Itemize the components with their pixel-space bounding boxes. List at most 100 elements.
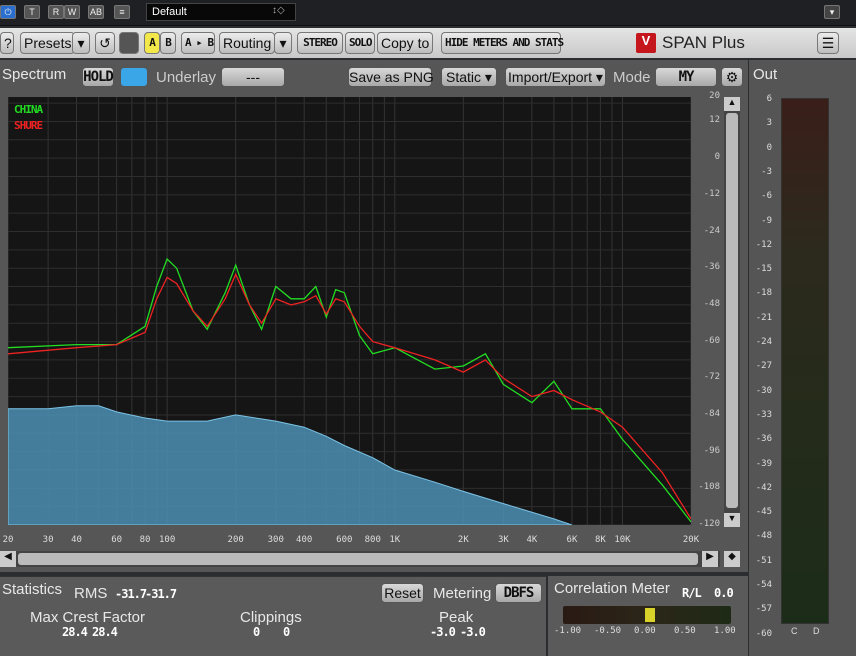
state-b-button[interactable]: B xyxy=(160,32,176,54)
meter-tick-label: -24 xyxy=(755,337,772,347)
meter-tick-label: -9 xyxy=(761,215,772,226)
statistics-panel: Statistics RMS -31.7 -31.7 Reset Meterin… xyxy=(0,576,546,656)
channel-d-label: D xyxy=(813,626,820,636)
x-tick-label: 8K xyxy=(594,535,606,545)
underlay-toggle[interactable] xyxy=(120,67,148,87)
collapse-icon[interactable]: ▾ xyxy=(824,5,840,19)
redo-icon[interactable] xyxy=(119,32,139,54)
ab-compare-button[interactable]: AB xyxy=(88,5,104,19)
host-toolbar: ⏻ T R W AB ≡ Default ↕◇ ▾ xyxy=(0,0,856,26)
meter-tick-label: -33 xyxy=(755,409,772,420)
rms-label: RMS xyxy=(74,585,108,602)
x-tick-label: 20 xyxy=(2,535,14,545)
mode-select[interactable]: MY xyxy=(655,67,717,87)
meter-tick-label: -18 xyxy=(755,288,772,299)
x-tick-label: 4K xyxy=(526,535,538,545)
scroll-down-icon[interactable]: ▼ xyxy=(724,513,740,527)
correlation-tick: 0.00 xyxy=(634,626,656,636)
y-tick-label: -108 xyxy=(698,482,720,493)
legend-china: CHINA xyxy=(14,103,43,116)
correlation-tick: -1.00 xyxy=(554,626,582,636)
zoom-reset-icon[interactable]: ◆ xyxy=(724,551,740,567)
write-button[interactable]: W xyxy=(64,5,80,19)
underlay-select[interactable]: --- xyxy=(221,67,285,87)
correlation-tick: -0.50 xyxy=(594,626,622,636)
copy-to-button[interactable]: Copy to xyxy=(377,32,434,54)
meter-tick-label: -57 xyxy=(755,604,772,615)
scroll-up-icon[interactable]: ▲ xyxy=(724,97,740,111)
meter-tick-label: -39 xyxy=(755,458,772,469)
undo-icon[interactable]: ↺ xyxy=(95,32,115,54)
routing-button[interactable]: Routing xyxy=(219,32,276,54)
meter-tick-label: -42 xyxy=(755,482,772,493)
meter-tick-label: -12 xyxy=(755,239,772,250)
y-tick-label: -12 xyxy=(703,188,720,199)
state-a-button[interactable]: A xyxy=(144,32,160,54)
presets-dropdown-icon[interactable]: ▾ xyxy=(72,32,90,54)
menu-button[interactable]: ≡ xyxy=(114,5,130,19)
y-tick-label: -36 xyxy=(703,262,720,273)
meter-tick-label: -45 xyxy=(755,507,772,518)
hamburger-menu-icon[interactable]: ☰ xyxy=(817,32,839,54)
scroll-left-icon[interactable]: ◀ xyxy=(0,551,16,567)
spectrum-plot: CHINA SHURE xyxy=(7,97,692,526)
static-dropdown[interactable]: Static ▾ xyxy=(441,67,497,87)
peak-right: -3.0 xyxy=(460,625,486,639)
import-export-dropdown[interactable]: Import/Export ▾ xyxy=(505,67,606,87)
x-tick-label: 600 xyxy=(336,535,353,545)
meter-tick-label: -60 xyxy=(755,628,772,639)
scroll-right-icon[interactable]: ▶ xyxy=(702,551,718,567)
y-tick-label: 12 xyxy=(709,115,720,126)
correlation-tick: 1.00 xyxy=(714,626,736,636)
horizontal-scrollbar[interactable]: ◀ ▶ xyxy=(0,551,720,567)
mode-label: Mode xyxy=(613,69,651,86)
read-button[interactable]: R xyxy=(48,5,64,19)
underlay-area xyxy=(7,405,573,526)
plugin-toolbar: ? Presets ▾ ↺ A B A ▸ B Routing ▾ STEREO… xyxy=(0,28,856,58)
y-tick-label: -60 xyxy=(703,335,720,346)
brand-name: SPAN Plus xyxy=(662,33,745,52)
x-tick-label: 10K xyxy=(614,535,631,545)
y-tick-label: 20 xyxy=(709,91,720,101)
y-tick-label: 0 xyxy=(714,152,720,163)
solo-button[interactable]: SOLO xyxy=(345,32,375,54)
clip-right: 0 xyxy=(283,625,290,639)
out-tab[interactable]: Out xyxy=(753,66,777,83)
t-button[interactable]: T xyxy=(24,5,40,19)
spectrum-tab[interactable]: Spectrum xyxy=(2,66,66,83)
y-tick-label: -72 xyxy=(703,372,720,383)
routing-dropdown-icon[interactable]: ▾ xyxy=(274,32,292,54)
meter-tick-label: -51 xyxy=(755,555,772,566)
presets-button[interactable]: Presets xyxy=(20,32,76,54)
crest-left: 28.4 xyxy=(62,625,88,639)
settings-gear-icon[interactable]: ⚙ xyxy=(721,67,743,87)
preset-arrows-icon[interactable]: ↕◇ xyxy=(272,5,285,16)
horizontal-scroll-thumb[interactable] xyxy=(18,553,698,565)
reset-button[interactable]: Reset xyxy=(381,583,424,603)
x-tick-label: 60 xyxy=(111,535,123,545)
meter-tick-label: -21 xyxy=(755,312,772,323)
help-button[interactable]: ? xyxy=(0,32,14,54)
save-png-button[interactable]: Save as PNG xyxy=(348,67,434,87)
y-tick-label: -120 xyxy=(698,519,720,529)
hide-meters-button[interactable]: HIDE METERS AND STATS xyxy=(441,32,564,54)
vertical-scrollbar[interactable]: ▲ ▼ xyxy=(724,97,740,527)
power-icon[interactable]: ⏻ xyxy=(0,5,16,19)
hold-button[interactable]: HOLD xyxy=(82,67,114,87)
x-tick-label: 6K xyxy=(566,535,578,545)
vertical-scroll-thumb[interactable] xyxy=(726,113,738,508)
x-tick-label: 300 xyxy=(267,535,284,545)
x-tick-label: 20K xyxy=(682,535,700,545)
statistics-tab[interactable]: Statistics xyxy=(2,581,62,598)
stereo-button[interactable]: STEREO xyxy=(297,32,343,54)
copy-a-to-b-button[interactable]: A ▸ B xyxy=(181,32,215,54)
voxengo-logo-icon: V xyxy=(636,33,656,53)
peak-left: -3.0 xyxy=(430,625,456,639)
y-tick-label: -24 xyxy=(703,225,720,236)
meter-tick-label: 0 xyxy=(766,142,772,153)
meter-tick-label: -54 xyxy=(755,580,772,590)
metering-select[interactable]: DBFS xyxy=(495,583,542,603)
correlation-mode[interactable]: R/L xyxy=(682,586,702,600)
x-tick-label: 1K xyxy=(389,535,401,545)
meter-tick-label: -6 xyxy=(761,191,772,202)
